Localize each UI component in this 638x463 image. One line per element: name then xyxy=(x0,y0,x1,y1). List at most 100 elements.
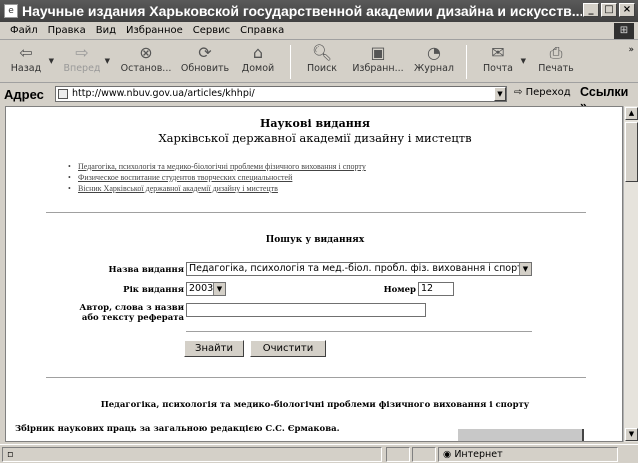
search-icon: 🔍︎ xyxy=(311,43,333,62)
mail-icon: ✉ xyxy=(491,43,505,62)
page-heading: Наукові видання xyxy=(260,117,370,130)
scroll-down-icon[interactable]: ▼ xyxy=(625,428,638,441)
scroll-thumb[interactable] xyxy=(625,122,638,182)
edition-link[interactable]: Вісник Харківської державної академії ди… xyxy=(68,183,366,194)
forward-label: Вперед xyxy=(63,63,101,74)
year-select-value: 2003 xyxy=(189,283,214,294)
clear-button[interactable]: Очистити xyxy=(250,340,326,357)
section-title: Педагогіка, психологія та медико-біологі… xyxy=(100,400,530,410)
chevron-down-icon: ▼ xyxy=(213,283,225,295)
status-text-pane: ▫ xyxy=(2,447,382,462)
go-button[interactable]: ⇨ Переход xyxy=(514,87,571,98)
mail-label: Почта xyxy=(483,63,513,74)
menu-file[interactable]: Файл xyxy=(10,25,38,36)
edition-select[interactable]: Педагогіка, психологія та мед.-біол. про… xyxy=(186,262,532,276)
address-url: http://www.nbuv.gov.ua/articles/khhpi/ xyxy=(72,88,255,99)
favorites-label: Избранн... xyxy=(352,63,404,74)
close-button[interactable]: × xyxy=(619,3,635,17)
author-keywords-input[interactable] xyxy=(186,303,426,317)
go-arrow-icon: ⇨ xyxy=(514,87,523,98)
address-bar: Адрес http://www.nbuv.gov.ua/articles/kh… xyxy=(0,84,638,113)
address-dropdown-icon[interactable]: ▼ xyxy=(494,87,506,101)
history-label: Журнал xyxy=(414,63,454,74)
address-label: Адрес xyxy=(4,86,44,102)
search-title: Пошук у виданнях xyxy=(265,235,365,245)
edition-link[interactable]: Педагогіка, психологія та медико-біологі… xyxy=(68,161,366,172)
search-button[interactable]: 🔍︎ Поиск xyxy=(298,43,346,81)
search-label: Поиск xyxy=(306,63,338,74)
windows-logo-icon: ⊞ xyxy=(614,23,634,39)
year-label: Рік видання xyxy=(123,285,184,295)
forward-dropdown-icon[interactable]: ▼ xyxy=(105,57,110,65)
page-subheading: Харківської державної академії дизайну і… xyxy=(158,131,472,145)
zone-label: Интернет xyxy=(454,449,503,460)
home-icon: ⌂ xyxy=(252,43,264,62)
status-bar: ▫ ◉ Интернет xyxy=(0,444,638,463)
history-icon: ◔ xyxy=(427,43,441,62)
maximize-button[interactable]: □ xyxy=(601,3,617,17)
history-button[interactable]: ◔ Журнал xyxy=(410,43,458,81)
stop-label: Останов... xyxy=(120,63,172,74)
menu-edit[interactable]: Правка xyxy=(48,25,86,36)
back-dropdown-icon[interactable]: ▼ xyxy=(49,57,54,65)
menu-view[interactable]: Вид xyxy=(96,25,116,36)
standard-toolbar: ⇦ Назад ▼ ⇨ Вперед ▼ ⊗ Останов... ⟳ Обно… xyxy=(0,41,638,83)
vertical-scrollbar[interactable]: ▲ ▼ xyxy=(623,106,638,442)
back-button[interactable]: ⇦ Назад ▼ xyxy=(2,43,54,81)
favorites-button[interactable]: ▣ Избранн... xyxy=(350,43,406,81)
divider xyxy=(46,377,586,378)
printer-icon: ⎙ xyxy=(549,43,563,62)
author-label-line1: Автор, слова з назви xyxy=(79,303,184,313)
globe-icon: ◉ xyxy=(443,449,452,460)
minimize-button[interactable]: _ xyxy=(583,3,599,17)
print-label: Печать xyxy=(538,63,574,74)
edition-link[interactable]: Физическое воспитание студентов творческ… xyxy=(68,172,366,183)
print-button[interactable]: ⎙ Печать xyxy=(532,43,580,81)
title-bar: e Научные издания Харьковской государств… xyxy=(0,0,638,22)
year-select[interactable]: 2003 ▼ xyxy=(186,282,226,296)
address-field[interactable]: http://www.nbuv.gov.ua/articles/khhpi/ xyxy=(55,86,507,102)
refresh-button[interactable]: ⟳ Обновить xyxy=(178,43,232,81)
menu-bar: Файл Правка Вид Избранное Сервис Справка… xyxy=(0,22,638,40)
stop-button[interactable]: ⊗ Останов... xyxy=(118,43,174,81)
edition-links: Педагогіка, психологія та медико-біологі… xyxy=(68,161,366,194)
window-title: Научные издания Харьковской государствен… xyxy=(22,3,582,19)
status-pane xyxy=(412,447,436,462)
author-label-line2: або тексту реферата xyxy=(81,313,184,323)
chevron-down-icon: ▼ xyxy=(519,263,531,275)
edition-label: Назва видання xyxy=(108,265,184,275)
menu-favorites[interactable]: Избранное xyxy=(126,25,183,36)
collection-note: Збірник наукових праць за загальною реда… xyxy=(15,424,340,434)
zone-pane: ◉ Интернет xyxy=(438,447,618,462)
home-label: Домой xyxy=(241,63,275,74)
page-viewport: Наукові видання Харківської державної ак… xyxy=(5,106,623,442)
toolbar-separator xyxy=(290,45,291,79)
content-box xyxy=(458,429,584,441)
page-done-icon: ▫ xyxy=(7,449,14,460)
menu-tools[interactable]: Сервис xyxy=(193,25,230,36)
ie-page-icon: e xyxy=(4,4,18,18)
mail-button[interactable]: ✉ Почта ▼ xyxy=(474,43,526,81)
links-label: Ссылки xyxy=(580,85,629,99)
forward-arrow-icon: ⇨ xyxy=(75,43,89,62)
favorites-folder-icon: ▣ xyxy=(370,43,386,62)
number-label: Номер xyxy=(383,285,416,295)
form-divider xyxy=(186,331,532,332)
edition-select-value: Педагогіка, психологія та мед.-біол. про… xyxy=(189,263,529,274)
toolbar-overflow-icon[interactable]: » xyxy=(628,45,634,55)
menu-help[interactable]: Справка xyxy=(240,25,284,36)
home-button[interactable]: ⌂ Домой xyxy=(234,43,282,81)
number-input[interactable]: 12 xyxy=(418,282,454,296)
toolbar-separator xyxy=(466,45,467,79)
page-icon xyxy=(58,89,68,99)
find-button[interactable]: Знайти xyxy=(184,340,244,357)
back-label: Назад xyxy=(10,63,42,74)
forward-button[interactable]: ⇨ Вперед ▼ xyxy=(58,43,110,81)
go-label: Переход xyxy=(525,87,571,98)
status-pane xyxy=(386,447,410,462)
divider xyxy=(46,212,586,213)
refresh-label: Обновить xyxy=(180,63,230,74)
scroll-up-icon[interactable]: ▲ xyxy=(625,107,638,120)
back-arrow-icon: ⇦ xyxy=(19,43,33,62)
mail-dropdown-icon[interactable]: ▼ xyxy=(521,57,526,65)
